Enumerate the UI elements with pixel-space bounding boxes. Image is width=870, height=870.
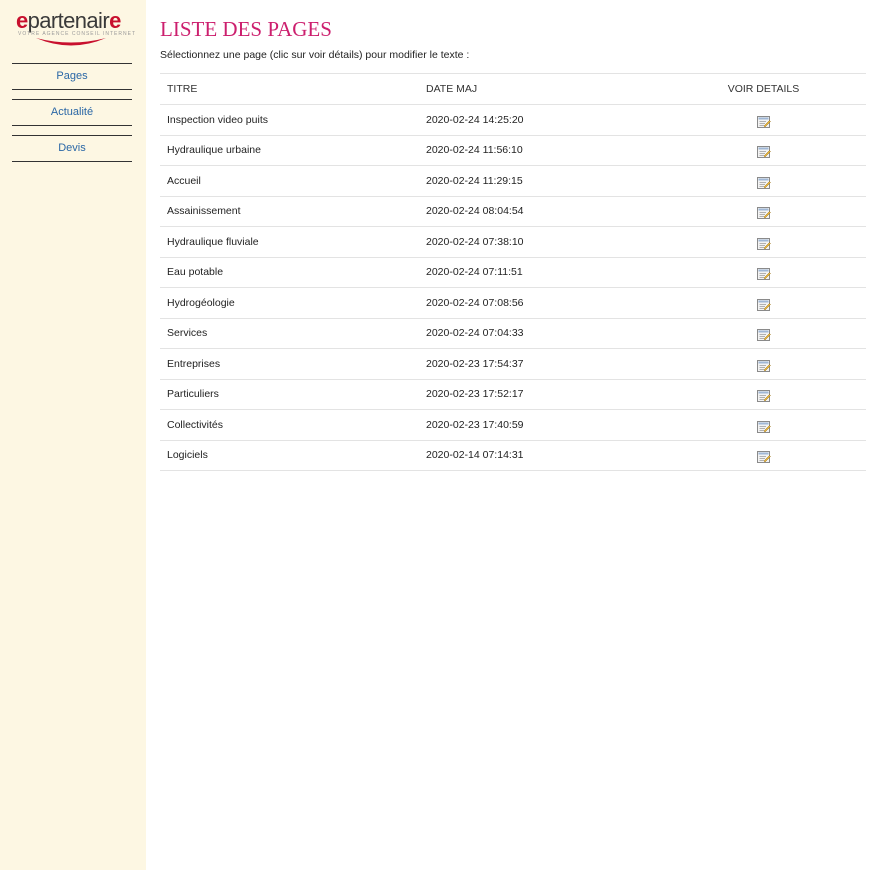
row-action <box>661 104 866 136</box>
row-title: Hydrogéologie <box>160 287 419 319</box>
row-title: Services <box>160 318 419 349</box>
row-date: 2020-02-24 08:04:54 <box>419 196 661 227</box>
row-action <box>661 409 866 441</box>
nav-item-pages[interactable]: Pages <box>12 63 132 90</box>
page-title: LISTE DES PAGES <box>160 17 332 41</box>
table-row: Collectivités 2020-02-23 17:40:59 <box>160 409 866 441</box>
row-title: Entreprises <box>160 348 419 380</box>
row-date: 2020-02-24 11:29:15 <box>419 165 661 197</box>
edit-details-icon[interactable] <box>756 450 771 464</box>
row-title: Hydraulique urbaine <box>160 135 419 166</box>
row-title: Logiciels <box>160 440 419 471</box>
row-action <box>661 135 866 166</box>
row-title: Accueil <box>160 165 419 197</box>
row-title: Hydraulique fluviale <box>160 226 419 258</box>
row-action <box>661 226 866 258</box>
edit-details-icon[interactable] <box>756 145 771 159</box>
table-row: Inspection video puits 2020-02-24 14:25:… <box>160 104 866 136</box>
row-action <box>661 257 866 288</box>
row-title: Inspection video puits <box>160 104 419 136</box>
edit-details-icon[interactable] <box>756 389 771 403</box>
row-action <box>661 440 866 471</box>
edit-details-icon[interactable] <box>756 237 771 250</box>
row-date: 2020-02-24 07:11:51 <box>419 257 661 288</box>
table-header: TITRE DATE MAJ VOIR DETAILS <box>160 73 866 105</box>
header-action: VOIR DETAILS <box>661 73 866 105</box>
row-title: Collectivités <box>160 409 419 441</box>
edit-details-icon[interactable] <box>756 298 771 311</box>
row-date: 2020-02-14 07:14:31 <box>419 440 661 471</box>
edit-details-icon[interactable] <box>756 359 771 372</box>
edit-details-icon[interactable] <box>756 420 771 433</box>
row-action <box>661 196 866 227</box>
table-row: Eau potable 2020-02-24 07:11:51 <box>160 257 866 288</box>
table-row: Services 2020-02-24 07:04:33 <box>160 318 866 349</box>
edit-details-icon[interactable] <box>756 115 771 128</box>
row-action <box>661 318 866 349</box>
table-row: Hydrogéologie 2020-02-24 07:08:56 <box>160 287 866 319</box>
edit-details-icon[interactable] <box>756 267 771 281</box>
row-date: 2020-02-24 14:25:20 <box>419 104 661 136</box>
header-title: TITRE <box>160 73 419 105</box>
table-row: Particuliers 2020-02-23 17:52:17 <box>160 379 866 410</box>
pages-table: TITRE DATE MAJ VOIR DETAILS Inspection v… <box>160 73 866 471</box>
logo[interactable]: epartenaire VOTRE AGENCE CONSEIL INTERNE… <box>14 8 135 52</box>
edit-details-icon[interactable] <box>756 206 771 220</box>
row-title: Eau potable <box>160 257 419 288</box>
row-action <box>661 287 866 319</box>
edit-details-icon[interactable] <box>756 176 771 189</box>
edit-details-icon[interactable] <box>756 328 771 342</box>
table-row: Hydraulique urbaine 2020-02-24 11:56:10 <box>160 135 866 166</box>
table-body: Inspection video puits 2020-02-24 14:25:… <box>160 104 866 471</box>
intro-text: Sélectionnez une page (clic sur voir dét… <box>160 49 470 61</box>
header-date: DATE MAJ <box>419 73 661 105</box>
row-date: 2020-02-23 17:40:59 <box>419 409 661 441</box>
nav-item-devis[interactable]: Devis <box>12 135 132 162</box>
row-date: 2020-02-24 07:08:56 <box>419 287 661 319</box>
table-row: Assainissement 2020-02-24 08:04:54 <box>160 196 866 227</box>
table-row: Accueil 2020-02-24 11:29:15 <box>160 165 866 197</box>
row-date: 2020-02-24 07:04:33 <box>419 318 661 349</box>
logo-swoosh-icon <box>36 38 106 46</box>
row-date: 2020-02-23 17:54:37 <box>419 348 661 380</box>
table-row: Entreprises 2020-02-23 17:54:37 <box>160 348 866 380</box>
row-title: Particuliers <box>160 379 419 410</box>
row-date: 2020-02-23 17:52:17 <box>419 379 661 410</box>
nav-item-actualite[interactable]: Actualité <box>12 99 132 126</box>
sidebar: epartenaire VOTRE AGENCE CONSEIL INTERNE… <box>0 0 146 870</box>
row-title: Assainissement <box>160 196 419 227</box>
row-action <box>661 348 866 380</box>
row-action <box>661 165 866 197</box>
row-action <box>661 379 866 410</box>
sidebar-nav: Pages Actualité Devis <box>12 63 132 171</box>
row-date: 2020-02-24 11:56:10 <box>419 135 661 166</box>
row-date: 2020-02-24 07:38:10 <box>419 226 661 258</box>
table-row: Hydraulique fluviale 2020-02-24 07:38:10 <box>160 226 866 258</box>
table-row: Logiciels 2020-02-14 07:14:31 <box>160 440 866 471</box>
